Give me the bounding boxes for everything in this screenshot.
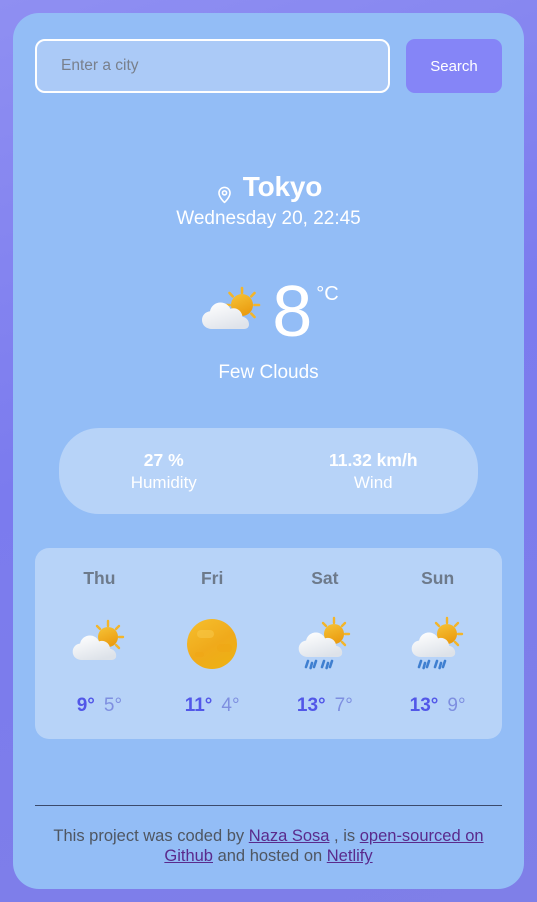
current-weather: 8 °C Few Clouds xyxy=(35,272,502,384)
footer-text-part1: This project was coded by xyxy=(53,826,249,845)
forecast-panel: Thu 9° 5° Fri 11° 4° Sat 13° 7° Sun 13° … xyxy=(35,548,502,740)
day-temps: 13° 9° xyxy=(410,695,466,717)
footer-credit: This project was coded by Naza Sosa , is… xyxy=(35,826,502,867)
day-label: Sun xyxy=(421,568,455,589)
forecast-day-sun: Sun 13° 9° xyxy=(381,568,494,717)
sun-icon xyxy=(181,603,243,685)
forecast-day-sat: Sat 13° 7° xyxy=(269,568,382,717)
current-temperature: 8 °C xyxy=(272,272,339,352)
weather-stats-panel: 27 % Humidity 11.32 km/h Wind xyxy=(59,428,479,515)
netlify-link[interactable]: Netlify xyxy=(327,847,373,865)
forecast-day-fri: Fri 11° 4° xyxy=(156,568,269,717)
day-temp-max: 9° xyxy=(76,695,95,717)
footer-text-part2: , is xyxy=(329,826,360,845)
sun-behind-rain-cloud-icon xyxy=(407,603,469,685)
day-temps: 13° 7° xyxy=(297,695,353,717)
day-temp-max: 11° xyxy=(184,695,213,717)
humidity-stat: 27 % Humidity xyxy=(59,450,269,493)
day-temp-min: 4° xyxy=(221,695,240,717)
humidity-value: 27 % xyxy=(143,449,184,470)
day-label: Thu xyxy=(83,568,116,589)
location-pin-icon xyxy=(215,179,234,203)
current-datetime: Wednesday 20, 22:45 xyxy=(176,208,361,229)
day-temp-min: 7° xyxy=(334,695,353,717)
search-button[interactable]: Search xyxy=(406,39,502,93)
day-label: Fri xyxy=(200,568,224,589)
footer: This project was coded by Naza Sosa , is… xyxy=(35,804,502,889)
day-temp-min: 9° xyxy=(447,695,466,717)
wind-value: 11.32 km/h xyxy=(328,449,418,470)
day-temp-max: 13° xyxy=(409,695,439,717)
sun-behind-cloud-icon xyxy=(68,603,130,685)
day-temp-min: 5° xyxy=(103,695,123,717)
temperature-unit: °C xyxy=(316,283,339,305)
forecast-day-thu: Thu 9° 5° xyxy=(43,568,156,717)
footer-divider xyxy=(35,804,502,806)
day-label: Sat xyxy=(311,568,339,589)
day-temps: 9° 5° xyxy=(77,695,122,717)
humidity-label: Humidity xyxy=(130,472,197,492)
footer-text-part3: and hosted on xyxy=(213,847,327,866)
search-input[interactable] xyxy=(35,39,390,93)
day-temp-max: 13° xyxy=(296,695,326,717)
day-temps: 11° 4° xyxy=(185,695,240,717)
location-block: Tokyo Wednesday 20, 22:45 xyxy=(35,171,502,230)
city-name: Tokyo xyxy=(242,171,323,202)
wind-label: Wind xyxy=(353,472,393,492)
sun-behind-rain-cloud-icon xyxy=(294,603,356,685)
wind-stat: 11.32 km/h Wind xyxy=(269,450,479,493)
weather-app-card: Search Tokyo Wednesday 20, 22:45 xyxy=(13,13,524,889)
temperature-value: 8 xyxy=(272,272,313,352)
city-heading: Tokyo xyxy=(35,171,502,203)
weather-description: Few Clouds xyxy=(218,362,319,384)
search-bar: Search xyxy=(35,39,502,93)
author-link[interactable]: Naza Sosa xyxy=(249,827,330,845)
sun-behind-cloud-icon xyxy=(198,283,266,341)
